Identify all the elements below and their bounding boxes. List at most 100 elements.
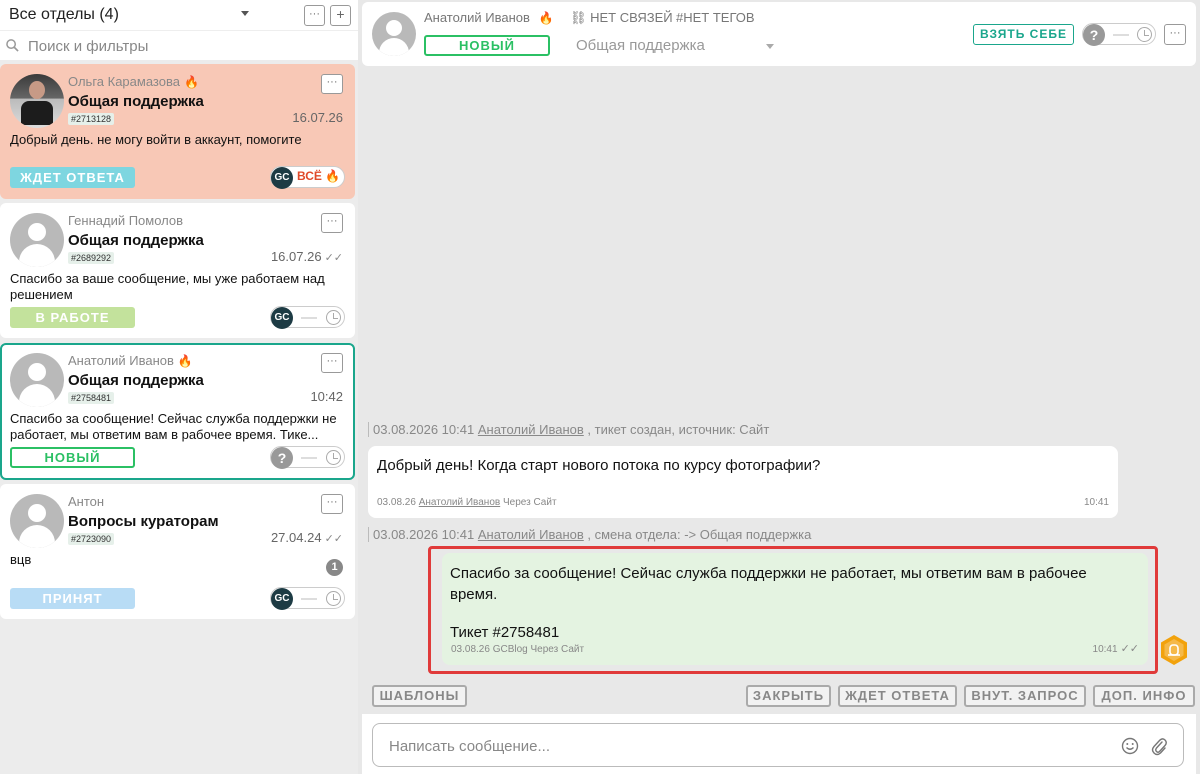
tags-button[interactable]: #НЕТ ТЕГОВ <box>676 10 755 25</box>
ticket-subject: Общая поддержка <box>68 372 204 389</box>
event-text: , тикет создан, источник: Сайт <box>587 422 770 437</box>
search-bar <box>0 30 358 60</box>
message-author: GCBlog <box>492 644 528 655</box>
fire-icon: 🔥 <box>538 11 554 25</box>
clock-icon <box>326 450 341 465</box>
unassigned-icon: ? <box>1083 24 1105 46</box>
message-input[interactable] <box>389 736 1089 756</box>
ticket-date: 27.04.24 <box>270 530 322 545</box>
avatar <box>10 353 64 407</box>
incoming-message: Добрый день! Когда старт нового потока п… <box>368 446 1118 518</box>
templates-button[interactable]: ШАБЛОНЫ <box>372 685 467 707</box>
link-icon: ⛓ <box>570 10 591 25</box>
ticket-card[interactable]: Анатолий Иванов 🔥 Общая поддержка #275848… <box>0 343 355 480</box>
assignee-toggle[interactable]: GC <box>270 587 345 610</box>
avatar <box>10 74 64 128</box>
ticket-card[interactable]: Антон Вопросы кураторам #2723090 27.04.2… <box>0 484 355 619</box>
outgoing-message: Спасибо за сообщение! Сейчас служба подд… <box>442 553 1148 665</box>
ticket-list-panel: Все отделы (4) ··· + Ольга Карамазова🔥 О… <box>0 0 358 774</box>
message-author-link[interactable]: Анатолий Иванов <box>419 497 500 508</box>
customer-name: Антон <box>68 494 105 509</box>
conversation-header: Анатолий Иванов 🔥 ⛓ НЕТ СВЯЗЕЙ #НЕТ ТЕГОВ… <box>362 2 1196 66</box>
unread-count-badge: 1 <box>326 559 343 576</box>
message-date: 03.08.26 <box>377 497 416 508</box>
customer-name: Геннадий Помолов <box>68 213 184 228</box>
more-options-button[interactable]: ··· <box>304 5 325 26</box>
more-options-button[interactable]: ··· <box>321 494 343 514</box>
status-badge[interactable]: ЖДЕТ ОТВЕТА <box>10 167 135 188</box>
fire-icon: 🔥 <box>183 75 199 89</box>
emoji-icon[interactable] <box>1121 737 1139 755</box>
clock-icon <box>326 310 341 325</box>
event-author-link[interactable]: Анатолий Иванов <box>478 422 584 437</box>
ticket-date: 16.07.26 <box>270 249 322 264</box>
attach-icon[interactable] <box>1151 736 1167 756</box>
search-input[interactable] <box>28 36 328 56</box>
more-options-button[interactable]: ··· <box>1164 24 1186 45</box>
ticket-preview: Добрый день. не могу войти в аккаунт, по… <box>10 132 302 147</box>
close-ticket-button[interactable]: ЗАКРЫТЬ <box>746 685 831 707</box>
message-time: 10:41 <box>1092 644 1118 655</box>
customer-name: Ольга Карамазова <box>68 74 180 89</box>
department-title: Все отделы (4) <box>9 6 119 23</box>
event-author-link[interactable]: Анатолий Иванов <box>478 527 584 542</box>
message-time: 10:41 <box>1083 497 1109 508</box>
assignee-toggle[interactable]: ? <box>1082 23 1156 46</box>
assignee-avatar: GC <box>271 588 293 610</box>
search-icon[interactable] <box>6 39 19 52</box>
system-event: 03.08.2026 10:41 Анатолий Иванов , смена… <box>368 527 811 542</box>
ticket-date: 16.07.26 <box>292 110 343 125</box>
ticket-subject: Общая поддержка <box>68 93 204 110</box>
message-date: 03.08.26 <box>451 644 490 655</box>
status-badge[interactable]: НОВЫЙ <box>10 447 135 468</box>
assignee-toggle[interactable]: GC <box>270 306 345 329</box>
clock-icon <box>326 591 341 606</box>
status-badge[interactable]: В РАБОТЕ <box>10 307 135 328</box>
take-ticket-button[interactable]: ВЗЯТЬ СЕБЕ <box>973 24 1074 45</box>
links-label: НЕТ СВЯЗЕЙ <box>590 10 673 25</box>
status-badge[interactable]: ПРИНЯТ <box>10 588 135 609</box>
ticket-id: #2689292 <box>68 252 115 264</box>
ticket-subject: Общая поддержка <box>68 232 204 249</box>
internal-request-button[interactable]: ВНУТ. ЗАПРОС <box>964 685 1086 707</box>
more-options-button[interactable]: ··· <box>321 353 343 373</box>
event-datetime: 03.08.2026 10:41 <box>373 527 475 542</box>
event-text: , смена отдела: -> Общая поддержка <box>587 527 812 542</box>
bot-agent-icon <box>1161 635 1187 665</box>
department-select[interactable]: Общая поддержка <box>576 37 705 54</box>
ticket-id: #2758481 <box>68 392 115 404</box>
ticket-card[interactable]: Геннадий Помолов Общая поддержка #268929… <box>0 203 355 338</box>
event-datetime: 03.08.2026 10:41 <box>373 422 475 437</box>
ticket-preview: Спасибо за сообщение! Сейчас служба подд… <box>10 411 337 442</box>
chevron-down-icon[interactable] <box>766 44 774 49</box>
ticket-preview: Спасибо за ваше сообщение, мы уже работа… <box>10 271 325 302</box>
ticket-date: 10:42 <box>310 389 343 404</box>
chevron-down-icon[interactable] <box>241 11 249 16</box>
fire-icon: 🔥 <box>325 169 340 183</box>
message-ticket-ref: Тикет #2758481 <box>450 624 560 641</box>
assignee-toggle[interactable]: GC ВСЁ 🔥 <box>270 166 345 189</box>
assignee-toggle[interactable]: ? <box>270 446 345 469</box>
double-check-icon: ✓✓ <box>324 533 343 545</box>
system-event: 03.08.2026 10:41 Анатолий Иванов , тикет… <box>368 422 769 437</box>
status-badge[interactable]: НОВЫЙ <box>424 35 550 56</box>
await-reply-button[interactable]: ЖДЕТ ОТВЕТА <box>838 685 957 707</box>
department-selector[interactable]: Все отделы (4) ··· + <box>0 0 358 30</box>
more-options-button[interactable]: ··· <box>321 74 343 94</box>
links-button[interactable]: ⛓ НЕТ СВЯЗЕЙ <box>570 10 673 26</box>
clock-icon <box>1137 27 1152 42</box>
more-options-button[interactable]: ··· <box>321 213 343 233</box>
customer-name: Анатолий Иванов <box>68 353 174 368</box>
avatar <box>372 12 416 56</box>
ticket-card[interactable]: Ольга Карамазова 🔥 Общая поддержка #27131… <box>0 64 355 199</box>
assignee-tag: ВСЁ <box>297 169 322 183</box>
message-text: Спасибо за сообщение! Сейчас служба подд… <box>450 565 1087 603</box>
extra-info-button[interactable]: ДОП. ИНФО <box>1093 685 1195 707</box>
customer-name[interactable]: Анатолий Иванов <box>424 10 530 25</box>
double-check-icon: ✓✓ <box>324 252 343 264</box>
message-composer <box>362 714 1196 774</box>
ticket-id: #2713128 <box>68 113 115 125</box>
ticket-subject: Вопросы кураторам <box>68 513 219 530</box>
avatar <box>10 213 64 267</box>
add-ticket-button[interactable]: + <box>330 5 351 26</box>
